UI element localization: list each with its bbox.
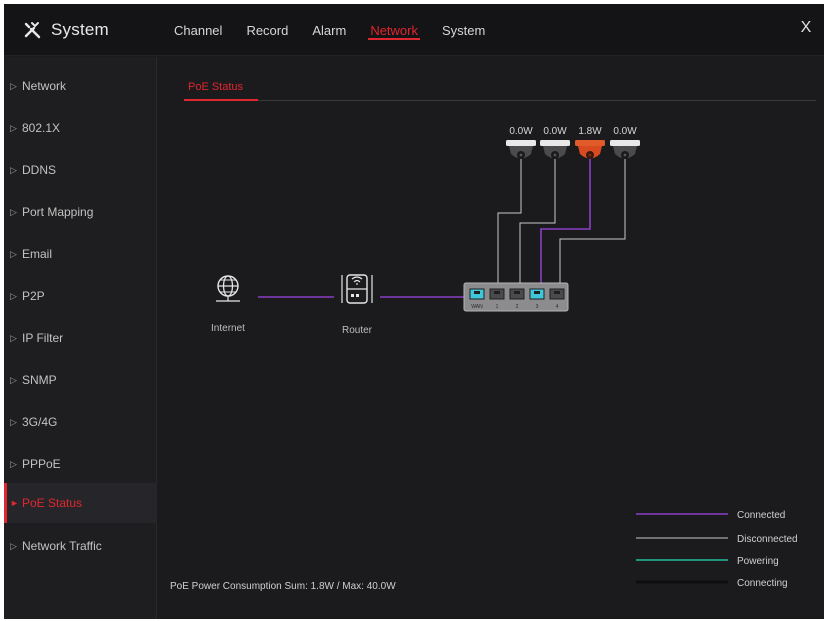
- sidebar-item-label: IP Filter: [22, 331, 64, 345]
- tab-alarm[interactable]: Alarm: [312, 4, 346, 56]
- sidebar-item-network[interactable]: ▷ Network: [4, 67, 157, 105]
- tab-record[interactable]: Record: [246, 4, 288, 56]
- app-title: System: [51, 20, 109, 39]
- caret-right-icon: ▷: [10, 290, 17, 301]
- router-icon: [341, 274, 373, 304]
- camera-4-power: 0.0W: [613, 126, 637, 137]
- sidebar-item-pppoe[interactable]: ▷ PPPoE: [4, 445, 157, 483]
- main-content: PoE Status Internet Router WAN 1 2 3 4 0…: [158, 57, 824, 619]
- sidebar-item-ip-filter[interactable]: ▷ IP Filter: [4, 319, 157, 357]
- app-window: System Channel Record Alarm Network Syst…: [4, 4, 824, 619]
- camera-2-cable: [519, 157, 556, 283]
- camera-1-icon: [506, 140, 536, 159]
- camera-3-icon: [575, 140, 605, 159]
- legend-connected-label: Connected: [737, 510, 785, 521]
- camera-1-cable: [497, 157, 522, 283]
- sidebar-item-8021x[interactable]: ▷ 802.1X: [4, 109, 157, 147]
- sidebar-item-label: PoE Status: [22, 496, 83, 510]
- camera-2-icon: [540, 140, 570, 159]
- poe-power-summary: PoE Power Consumption Sum: 1.8W / Max: 4…: [170, 581, 396, 592]
- caret-right-icon: ▷: [10, 332, 17, 343]
- sidebar-item-label: Network: [22, 79, 67, 93]
- sidebar: ▷ Network ▷ 802.1X ▷ DDNS ▷ Port Mapping ▷ Em…: [4, 57, 157, 619]
- caret-right-icon: ▷: [10, 122, 17, 133]
- internet-label: Internet: [211, 323, 245, 334]
- sidebar-item-p2p[interactable]: ▷ P2P: [4, 277, 157, 315]
- sidebar-item-label: DDNS: [22, 163, 57, 177]
- camera-4-cable: [559, 157, 626, 283]
- globe-icon: [216, 275, 240, 302]
- caret-right-icon: ▷: [10, 458, 17, 469]
- sidebar-item-label: P2P: [22, 289, 45, 303]
- tab-system[interactable]: System: [442, 4, 485, 56]
- poe-topology-diagram: Internet Router WAN 1 2 3 4 0.0W 0.0W 1.…: [211, 126, 798, 589]
- sidebar-item-network-traffic[interactable]: ▷ Network Traffic: [4, 527, 157, 565]
- camera-2-power: 0.0W: [543, 126, 567, 137]
- legend-powering-label: Powering: [737, 556, 779, 567]
- sidebar-item-label: SNMP: [22, 373, 57, 387]
- camera-3-power: 1.8W: [578, 126, 602, 137]
- sidebar-item-snmp[interactable]: ▷ SNMP: [4, 361, 157, 399]
- sidebar-item-label: Port Mapping: [22, 205, 94, 219]
- camera-4-icon: [610, 140, 640, 159]
- sidebar-item-email[interactable]: ▷ Email: [4, 235, 157, 273]
- legend-disconnected-label: Disconnected: [737, 534, 798, 545]
- caret-right-icon: ▷: [10, 164, 17, 175]
- sidebar-item-ddns[interactable]: ▷ DDNS: [4, 151, 157, 189]
- tab-network[interactable]: Network: [368, 4, 420, 56]
- switch-port-1-label: 1: [496, 304, 499, 310]
- sidebar-item-3g4g[interactable]: ▷ 3G/4G: [4, 403, 157, 441]
- switch-port-2-label: 2: [516, 304, 519, 310]
- caret-right-icon: ▷: [10, 374, 17, 385]
- caret-right-icon: ▷: [10, 540, 17, 551]
- sidebar-item-label: 802.1X: [22, 121, 61, 135]
- sidebar-item-label: PPPoE: [22, 457, 61, 471]
- top-bar: System Channel Record Alarm Network Syst…: [4, 4, 824, 56]
- caret-right-filled-icon: ►: [10, 498, 19, 508]
- switch-wan-label: WAN: [471, 304, 483, 310]
- switch-port-3-label: 3: [536, 304, 539, 310]
- caret-right-icon: ▷: [10, 80, 17, 91]
- brand: System: [4, 4, 157, 56]
- main-tabs: Channel Record Alarm Network System: [174, 4, 509, 56]
- switch-port-4-label: 4: [556, 304, 559, 310]
- router-label: Router: [342, 325, 373, 336]
- sidebar-item-port-mapping[interactable]: ▷ Port Mapping: [4, 193, 157, 231]
- caret-right-icon: ▷: [10, 206, 17, 217]
- close-icon[interactable]: X: [796, 18, 816, 38]
- sidebar-item-label: Email: [22, 247, 53, 261]
- camera-1-power: 0.0W: [509, 126, 533, 137]
- legend-connecting-label: Connecting: [737, 578, 788, 589]
- sidebar-item-label: 3G/4G: [22, 415, 58, 429]
- tools-icon: [24, 22, 41, 39]
- caret-right-icon: ▷: [10, 248, 17, 259]
- caret-right-icon: ▷: [10, 416, 17, 427]
- camera-3-cable: [540, 157, 591, 283]
- sidebar-item-poe-status[interactable]: ► PoE Status: [4, 483, 157, 523]
- sidebar-item-label: Network Traffic: [22, 539, 102, 553]
- tab-channel[interactable]: Channel: [174, 4, 222, 56]
